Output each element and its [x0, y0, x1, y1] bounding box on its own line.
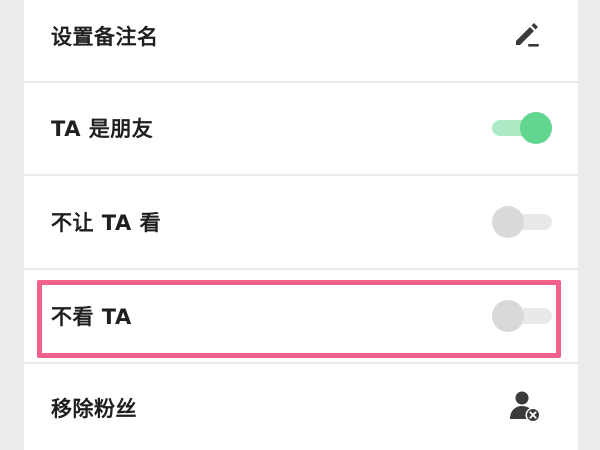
hide-their-posts-row[interactable]: 不看 TA	[24, 269, 578, 362]
hide-my-posts-toggle[interactable]	[492, 205, 552, 239]
is-friend-row[interactable]: TA 是朋友	[24, 81, 578, 174]
hide-my-posts-row[interactable]: 不让 TA 看	[24, 175, 578, 268]
hide-my-posts-label: 不让 TA 看	[51, 210, 162, 235]
toggle-knob	[520, 111, 552, 144]
set-remark-label: 设置备注名	[51, 24, 159, 49]
is-friend-toggle[interactable]	[492, 111, 552, 145]
set-remark-row[interactable]: 设置备注名	[24, 0, 578, 81]
settings-card: 设置备注名 TA 是朋友 不让 TA 看 不看 TA 移除粉丝	[24, 0, 578, 450]
hide-their-posts-toggle[interactable]	[492, 299, 552, 333]
remove-user-icon[interactable]	[508, 389, 542, 427]
remove-follower-row[interactable]: 移除粉丝	[24, 363, 578, 450]
edit-icon[interactable]	[512, 19, 542, 53]
remove-follower-label: 移除粉丝	[51, 397, 137, 421]
hide-their-posts-label: 不看 TA	[51, 304, 132, 329]
toggle-knob	[492, 205, 524, 238]
is-friend-label: TA 是朋友	[51, 116, 154, 141]
toggle-knob	[492, 299, 524, 332]
